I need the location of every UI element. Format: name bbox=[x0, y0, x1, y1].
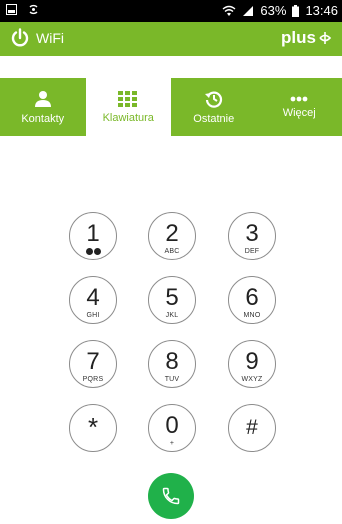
key-letters: MNO bbox=[243, 312, 261, 319]
brand-logo: plus bbox=[281, 28, 332, 48]
tab-keypad[interactable]: Klawiatura bbox=[85, 78, 171, 136]
phone-icon bbox=[161, 486, 181, 506]
key-digit: # bbox=[246, 416, 258, 439]
more-dots-icon bbox=[290, 96, 308, 102]
wifi-signal-icon bbox=[222, 5, 236, 17]
plus-logo-icon bbox=[318, 31, 332, 45]
key-letters: + bbox=[169, 440, 175, 447]
person-icon bbox=[34, 90, 52, 108]
dialpad-icon bbox=[118, 90, 138, 107]
history-icon bbox=[204, 90, 223, 108]
key-hash[interactable]: # bbox=[228, 404, 276, 452]
key-digit: 0 bbox=[165, 412, 179, 439]
tab-contacts[interactable]: Kontakty bbox=[0, 78, 86, 136]
key-digit: 9 bbox=[245, 348, 259, 375]
key-digit: 3 bbox=[245, 220, 259, 247]
tab-more[interactable]: Więcej bbox=[257, 78, 342, 136]
voicemail-icon bbox=[85, 248, 101, 255]
key-digit: 6 bbox=[245, 284, 259, 311]
key-6[interactable]: 6 MNO bbox=[228, 276, 276, 324]
key-letters: PQRS bbox=[82, 376, 104, 383]
key-7[interactable]: 7 PQRS bbox=[69, 340, 117, 388]
key-digit: 2 bbox=[165, 220, 179, 247]
key-star[interactable]: * bbox=[69, 404, 117, 452]
call-button[interactable] bbox=[148, 473, 194, 519]
brand-name: plus bbox=[281, 28, 316, 47]
key-9[interactable]: 9 WXYZ bbox=[228, 340, 276, 388]
wifi-label: WiFi bbox=[36, 30, 64, 46]
key-5[interactable]: 5 JKL bbox=[148, 276, 196, 324]
tab-label: Więcej bbox=[282, 106, 316, 119]
tab-label: Kontakty bbox=[21, 112, 65, 125]
key-letters: DEF bbox=[244, 248, 260, 255]
sync-icon bbox=[27, 3, 40, 16]
key-letters: JKL bbox=[165, 312, 179, 319]
cellular-signal-icon bbox=[242, 5, 254, 17]
key-1[interactable]: 1 bbox=[69, 212, 117, 260]
key-3[interactable]: 3 DEF bbox=[228, 212, 276, 260]
key-digit: 5 bbox=[165, 284, 179, 311]
wifi-toggle-button[interactable]: WiFi bbox=[10, 28, 64, 48]
key-0[interactable]: 0 + bbox=[148, 404, 196, 452]
key-2[interactable]: 2 ABC bbox=[148, 212, 196, 260]
key-digit: 7 bbox=[86, 348, 100, 375]
clock: 13:46 bbox=[305, 3, 338, 18]
key-letters: WXYZ bbox=[241, 376, 263, 383]
battery-icon bbox=[292, 4, 300, 17]
tab-bar: Kontakty Klawiatura Ostatnie Więcej bbox=[0, 78, 342, 136]
key-digit: * bbox=[87, 412, 99, 442]
power-icon bbox=[10, 28, 30, 48]
key-letters: TUV bbox=[164, 376, 180, 383]
battery-percent: 63% bbox=[260, 3, 287, 18]
tab-label: Ostatnie bbox=[193, 112, 235, 125]
key-4[interactable]: 4 GHI bbox=[69, 276, 117, 324]
key-8[interactable]: 8 TUV bbox=[148, 340, 196, 388]
key-digit: 4 bbox=[86, 284, 100, 311]
status-bar: 63% 13:46 bbox=[0, 0, 342, 22]
key-letters: ABC bbox=[164, 248, 180, 255]
app-bar: WiFi plus bbox=[0, 22, 342, 56]
key-digit: 1 bbox=[86, 220, 100, 247]
tab-label: Klawiatura bbox=[102, 111, 154, 124]
key-digit: 8 bbox=[165, 348, 179, 375]
screenshot-icon bbox=[6, 4, 17, 15]
tab-recent[interactable]: Ostatnie bbox=[171, 78, 257, 136]
key-letters: GHI bbox=[86, 312, 100, 319]
